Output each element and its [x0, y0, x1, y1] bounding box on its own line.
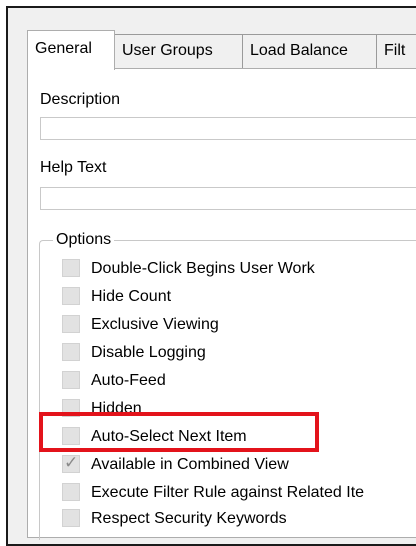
description-field[interactable]: [40, 117, 416, 140]
checkbox[interactable]: [62, 509, 80, 527]
help-text-label: Help Text: [40, 159, 107, 176]
tab-load-balance[interactable]: Load Balance: [242, 34, 377, 68]
tab-user-groups[interactable]: User Groups: [114, 34, 243, 68]
tab-filter[interactable]: Filt: [376, 34, 416, 68]
tab-general[interactable]: General: [27, 30, 115, 70]
option-label: Disable Logging: [91, 344, 206, 361]
checkbox[interactable]: [62, 259, 80, 277]
option-label: Auto-Feed: [91, 372, 166, 389]
checkbox-checked[interactable]: ✓: [62, 453, 80, 473]
checkbox[interactable]: [62, 343, 80, 361]
option-label: Exclusive Viewing: [91, 316, 219, 333]
help-text-field[interactable]: [40, 187, 416, 210]
options-group-title: Options: [53, 230, 115, 250]
option-label: Execute Filter Rule against Related Ite: [91, 484, 365, 501]
checkbox[interactable]: [62, 371, 80, 389]
description-label: Description: [40, 91, 121, 108]
checkmark-icon: ✓: [64, 453, 79, 472]
checkbox[interactable]: [62, 315, 80, 333]
checkbox[interactable]: [62, 287, 80, 305]
option-label: Double-Click Begins User Work: [91, 260, 315, 277]
highlight-box: [39, 412, 319, 452]
option-label: Available in Combined View: [91, 456, 289, 473]
option-label: Hide Count: [91, 288, 172, 305]
option-label: Respect Security Keywords: [91, 510, 287, 527]
checkbox[interactable]: [62, 483, 80, 501]
